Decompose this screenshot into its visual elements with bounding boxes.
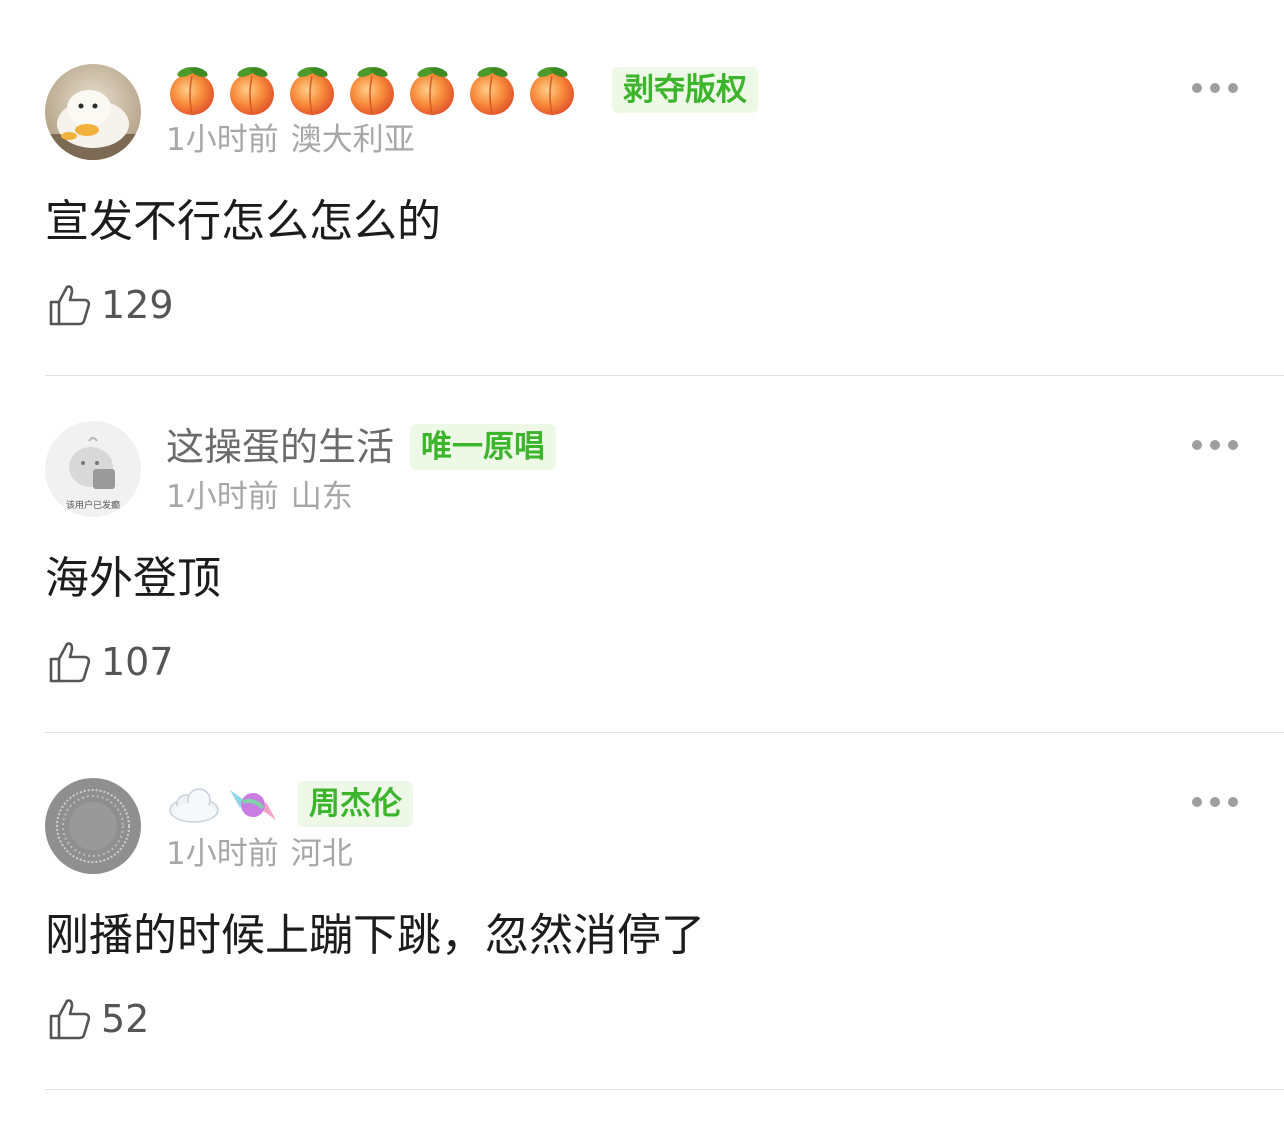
name-row: 剥夺版权 xyxy=(166,64,758,116)
thumbs-up-icon xyxy=(49,642,91,683)
like-count: 129 xyxy=(101,283,174,327)
comment-meta: 1小时前 澳大利亚 xyxy=(166,118,415,162)
comment-time: 1小时前 xyxy=(166,836,279,872)
avatar[interactable] xyxy=(45,778,141,874)
comment-text: 刚播的时候上蹦下跳，忽然消停了 xyxy=(45,910,705,961)
fan-badge[interactable]: 剥夺版权 xyxy=(612,67,758,113)
fan-badge[interactable]: 唯一原唱 xyxy=(410,424,557,470)
avatar-caption: 该用户已发癫 xyxy=(66,499,120,511)
more-options-icon[interactable] xyxy=(1192,437,1238,453)
comment-time: 1小时前 xyxy=(166,122,279,158)
comment-item: 该用户已发癫 这操蛋的生活 唯一原唱 1小时前 山东 海外登顶 107 xyxy=(0,357,1284,733)
like-button[interactable]: 129 xyxy=(47,280,174,330)
thumbs-up-icon xyxy=(49,999,91,1040)
more-options-icon[interactable] xyxy=(1192,794,1238,810)
name-row: 周杰伦 xyxy=(166,778,413,830)
name-row: 这操蛋的生活 唯一原唱 xyxy=(166,421,557,473)
peach-icon xyxy=(530,67,574,115)
comment-location: 山东 xyxy=(290,479,353,515)
divider xyxy=(45,1089,1284,1090)
peach-icon xyxy=(170,67,214,115)
comment-text: 宣发不行怎么怎么的 xyxy=(45,196,441,247)
username[interactable] xyxy=(166,778,282,830)
candy-icon xyxy=(230,790,276,820)
username[interactable]: 这操蛋的生活 xyxy=(166,421,394,473)
like-count: 107 xyxy=(101,640,174,684)
thumbs-up-icon xyxy=(49,285,91,326)
comment-item: 剥夺版权 1小时前 澳大利亚 宣发不行怎么怎么的 129 xyxy=(0,0,1284,376)
emoji-username xyxy=(169,788,276,823)
peach-icon xyxy=(470,67,514,115)
peach-icon xyxy=(410,67,454,115)
peach-icon xyxy=(350,67,394,115)
fan-badge[interactable]: 周杰伦 xyxy=(298,781,413,827)
like-button[interactable]: 52 xyxy=(47,994,149,1044)
username[interactable] xyxy=(166,64,596,116)
comment-time: 1小时前 xyxy=(166,479,279,515)
comment-meta: 1小时前 山东 xyxy=(166,475,353,519)
peach-emoji-username xyxy=(170,67,574,115)
like-button[interactable]: 107 xyxy=(47,637,174,687)
more-options-icon[interactable] xyxy=(1192,80,1238,96)
comment-text: 海外登顶 xyxy=(45,553,221,604)
avatar[interactable]: 该用户已发癫 xyxy=(45,421,141,517)
comment-item: 周杰伦 1小时前 河北 刚播的时候上蹦下跳，忽然消停了 52 xyxy=(0,714,1284,1090)
avatar[interactable] xyxy=(45,64,141,160)
comment-location: 河北 xyxy=(290,836,353,872)
comment-location: 澳大利亚 xyxy=(290,122,415,158)
like-count: 52 xyxy=(101,997,150,1041)
peach-icon xyxy=(230,67,274,115)
cloud-icon xyxy=(169,788,219,823)
comment-meta: 1小时前 河北 xyxy=(166,832,353,876)
peach-icon xyxy=(290,67,334,115)
